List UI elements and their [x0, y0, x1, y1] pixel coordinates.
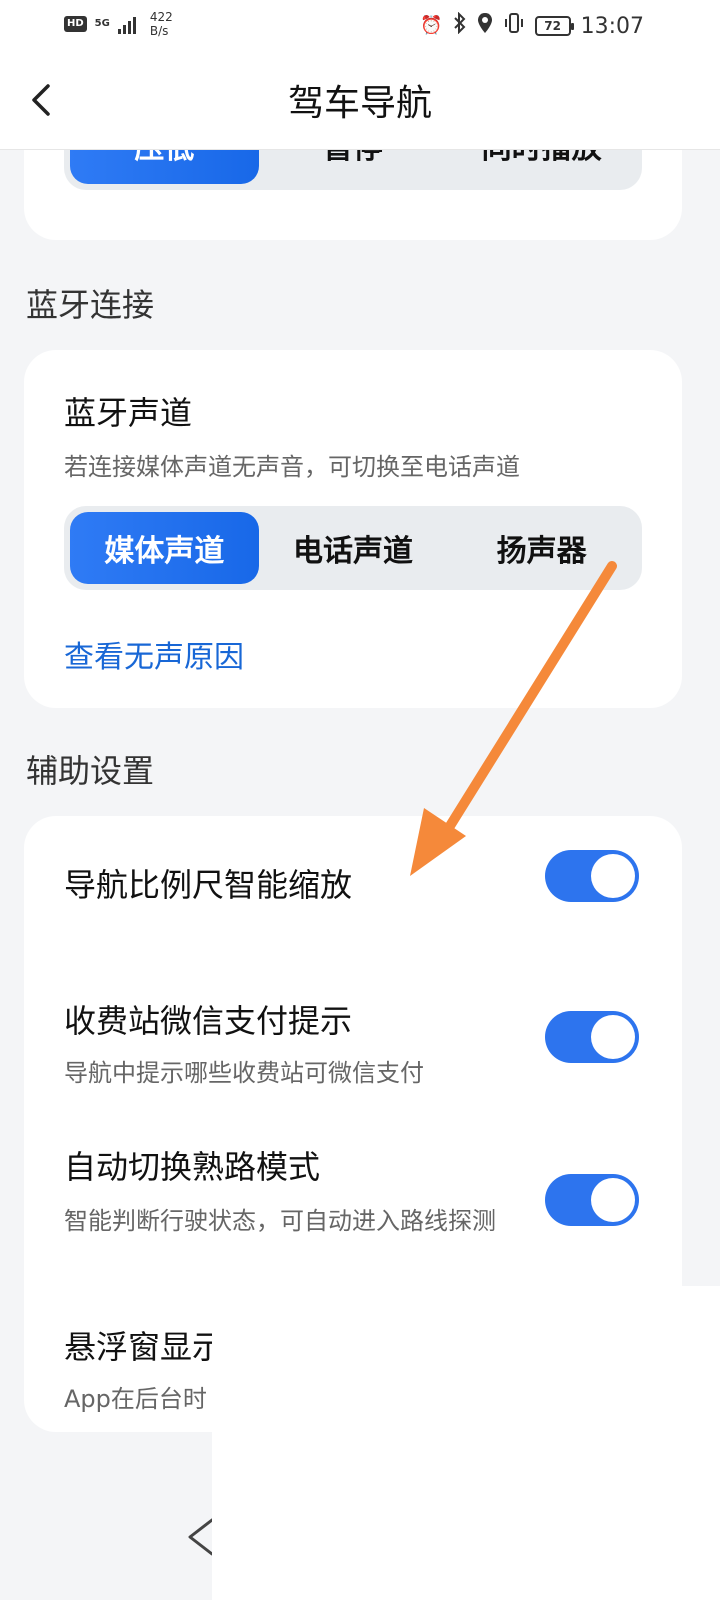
setting-desc-familiar-route: 智能判断行驶状态，可自动进入路线探测	[64, 1207, 496, 1235]
bluetooth-icon	[453, 11, 467, 40]
setting-desc-toll-wechat: 导航中提示哪些收费站可微信支付	[64, 1059, 424, 1087]
overlay-panel	[212, 1286, 720, 1600]
network-speed-unit: B/s	[149, 24, 169, 38]
alarm-icon: ⏰	[420, 15, 443, 36]
section-title-bluetooth: 蓝牙连接	[26, 286, 155, 324]
bluetooth-channel-desc: 若连接媒体声道无声音，可切换至电话声道	[64, 453, 520, 481]
toggle-knob	[591, 854, 635, 898]
setting-title-smart-zoom: 导航比例尺智能缩放	[64, 866, 353, 904]
network-type: 5G	[94, 18, 110, 29]
segment-option-media-channel[interactable]: 媒体声道	[70, 512, 259, 584]
segment-option-speaker[interactable]: 扬声器	[447, 512, 636, 584]
status-right: ⏰ 72 13:07	[420, 11, 644, 40]
section-title-aux: 辅助设置	[26, 752, 155, 790]
bluetooth-channel-title: 蓝牙声道	[64, 394, 193, 432]
status-bar: HD 5G 422 B/s ⏰ 72 13:07	[0, 0, 720, 52]
bluetooth-channel-segment: 媒体声道 电话声道 扬声器	[64, 506, 642, 590]
setting-title-floating-window: 悬浮窗显示	[64, 1328, 225, 1366]
network-speed: 422 B/s	[150, 10, 173, 38]
status-time: 13:07	[580, 13, 644, 39]
toll-wechat-toggle[interactable]	[545, 1011, 639, 1063]
battery-icon: 72	[534, 16, 574, 36]
setting-desc-floating-window: App在后台时	[64, 1385, 207, 1413]
location-icon	[477, 12, 493, 40]
hd-badge: HD	[64, 16, 87, 32]
toggle-knob	[591, 1178, 635, 1222]
page-title: 驾车导航	[287, 83, 432, 124]
toggle-knob	[591, 1015, 635, 1059]
vibrate-icon	[503, 12, 525, 40]
segment-option-phone-channel[interactable]: 电话声道	[259, 512, 448, 584]
network-speed-value: 422	[149, 10, 173, 24]
app-header: 驾车导航	[0, 52, 720, 150]
signal-icon	[117, 14, 136, 34]
familiar-route-toggle[interactable]	[545, 1174, 639, 1226]
setting-title-familiar-route: 自动切换熟路模式	[64, 1148, 321, 1186]
no-sound-reason-link[interactable]: 查看无声原因	[64, 632, 244, 676]
smart-zoom-toggle[interactable]	[545, 850, 639, 902]
status-left: HD 5G 422 B/s	[64, 10, 173, 38]
setting-title-toll-wechat: 收费站微信支付提示	[64, 1002, 353, 1040]
